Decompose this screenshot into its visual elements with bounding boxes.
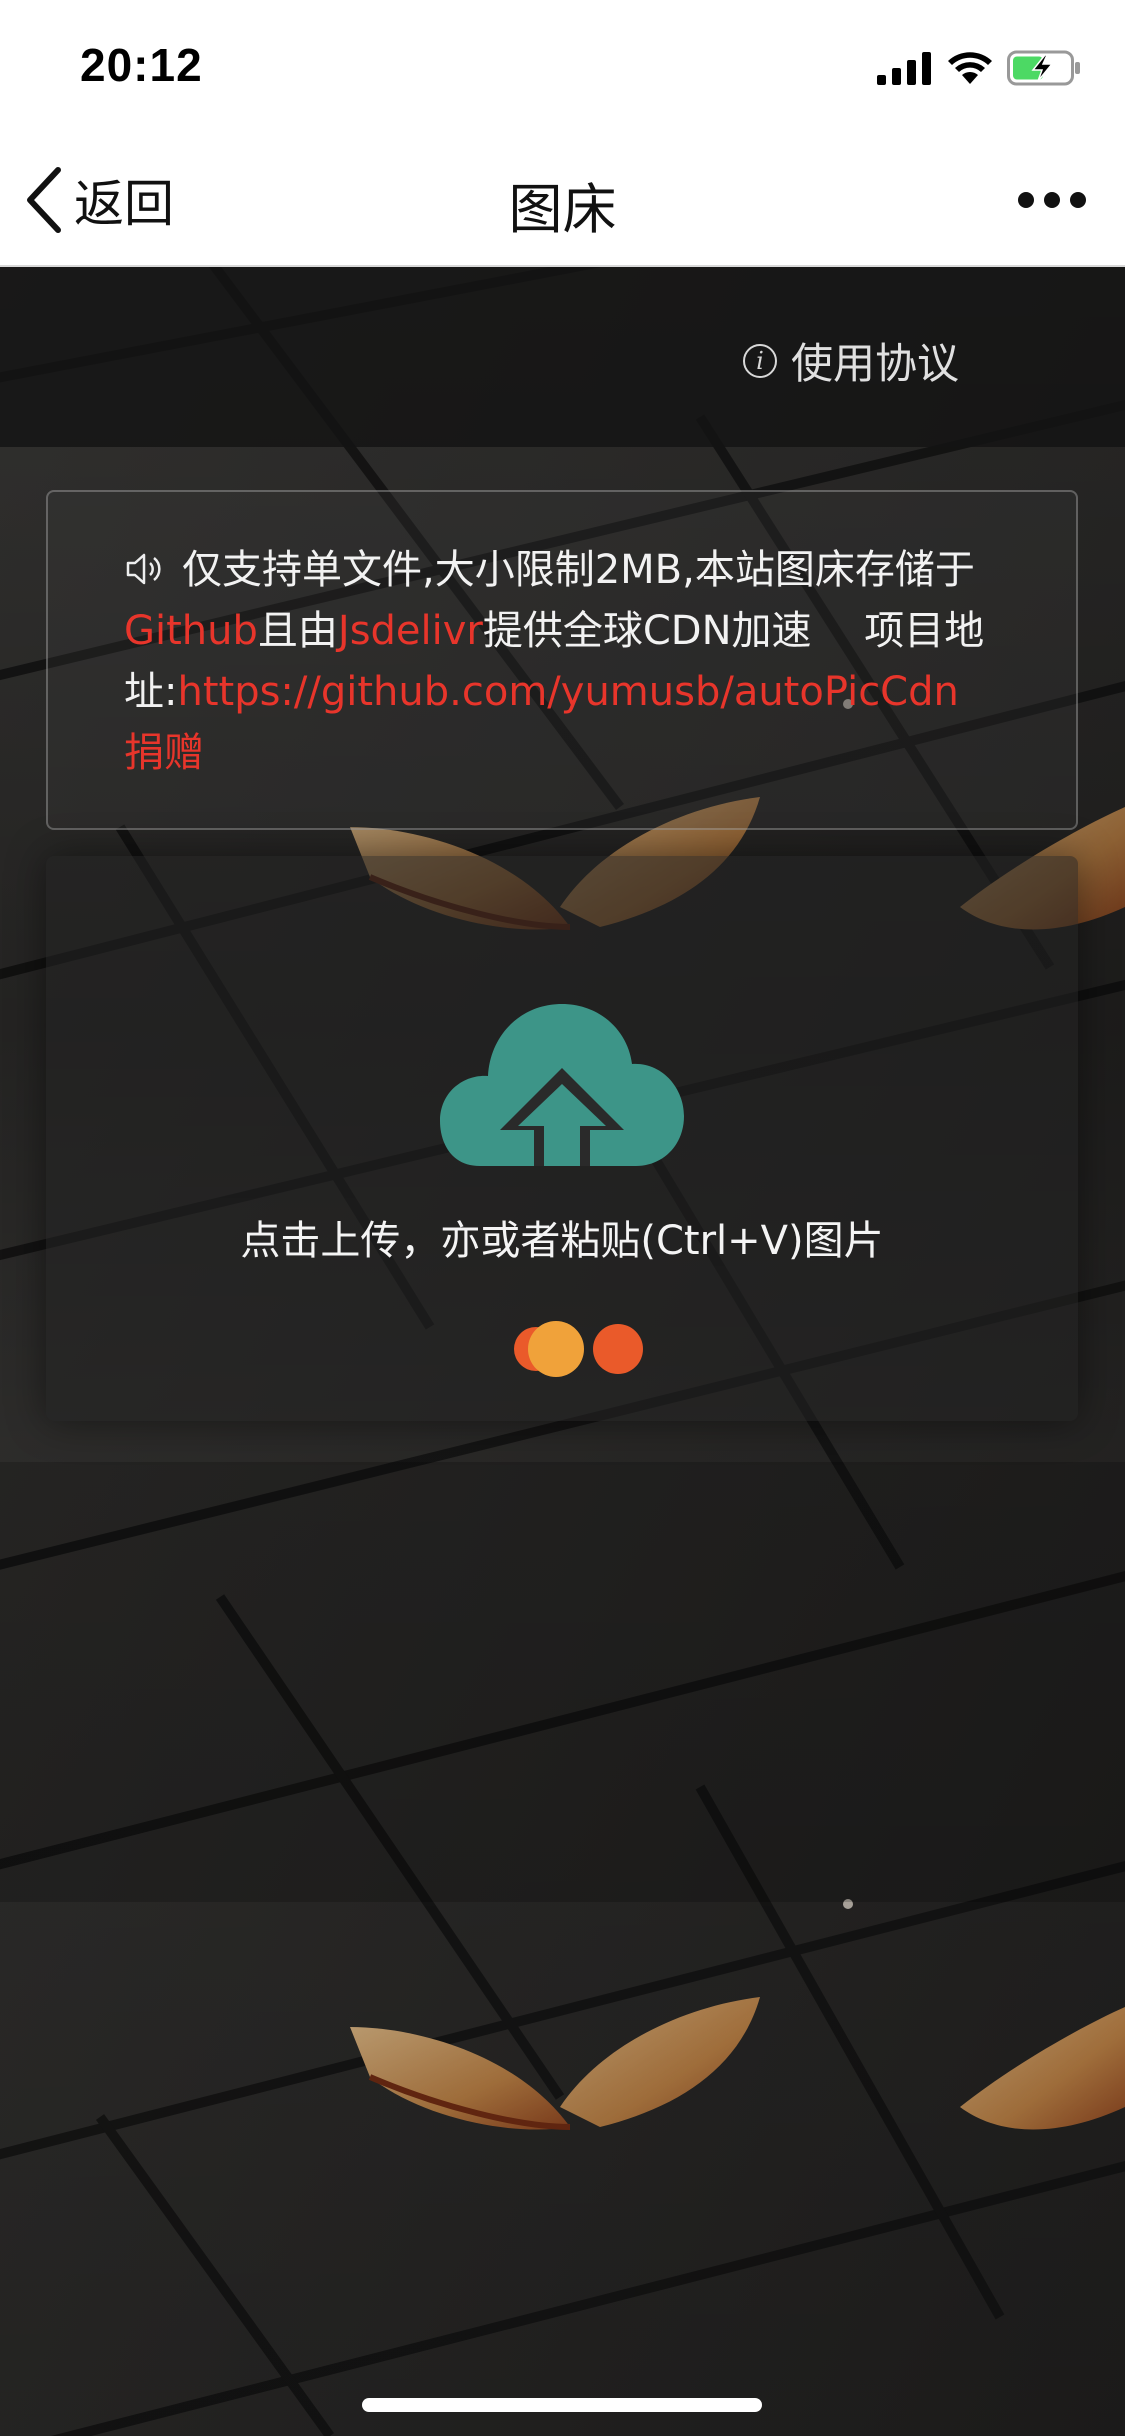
agreement-label: 使用协议 — [790, 339, 959, 388]
jsdelivr-link[interactable]: Jsdelivr — [338, 608, 483, 654]
status-time: 20:12 — [80, 39, 203, 91]
system-icons — [877, 48, 1083, 88]
home-indicator[interactable] — [362, 2398, 762, 2412]
battery-charging-icon — [1007, 50, 1080, 86]
signal-icon — [877, 52, 931, 85]
notice-box: 仅支持单文件,大小限制2MB,本站图床存储于Github且由Jsdelivr提供… — [46, 490, 1078, 830]
status-bar: 20:12 — [0, 0, 1125, 135]
page-title: 图床 — [508, 178, 617, 241]
upload-area[interactable]: 点击上传，亦或者粘贴(Ctrl+V)图片 — [46, 856, 1078, 1421]
donate-link[interactable]: 捐赠 — [124, 730, 204, 776]
upload-hint: 点击上传，亦或者粘贴(Ctrl+V)图片 — [240, 1218, 884, 1264]
notice-text-1: 仅支持单文件,大小限制2MB,本站图床存储于 — [182, 547, 975, 593]
cloud-upload-icon — [440, 1004, 684, 1166]
info-icon: i — [742, 343, 777, 378]
nav-bar: 返回 图床 — [0, 135, 1125, 267]
more-dots-icon[interactable] — [1017, 185, 1087, 215]
notice-text-2: 且由 — [257, 608, 338, 654]
wifi-icon — [948, 52, 992, 84]
speaker-icon — [126, 553, 161, 585]
repo-link[interactable]: https://github.com/yumusb/autoPicCdn — [177, 669, 958, 715]
loading-dots-icon — [514, 1321, 643, 1377]
agreement-link[interactable]: i 使用协议 — [742, 330, 959, 391]
github-link[interactable]: Github — [124, 608, 258, 654]
